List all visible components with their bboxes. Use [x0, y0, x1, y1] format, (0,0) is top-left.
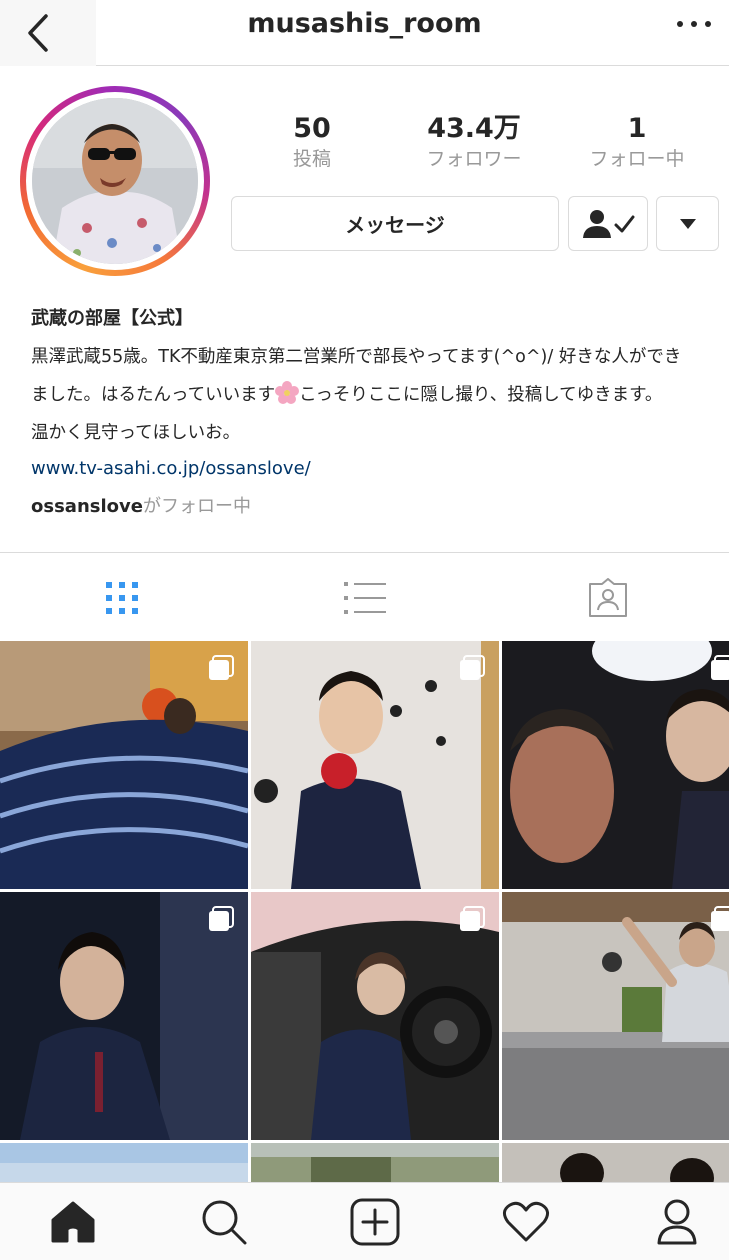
posts-label: 投稿: [292, 148, 331, 170]
bio-line-3: 温かく見守ってほしいお。: [31, 423, 241, 443]
multi-photo-icon: [711, 906, 729, 931]
tab-tagged[interactable]: [486, 553, 729, 642]
post-image: [502, 1143, 729, 1183]
post-tile[interactable]: [502, 1143, 729, 1183]
post-image: [0, 1143, 248, 1183]
avatar-frame: [26, 92, 204, 270]
bio-text: 黒澤武蔵55歳。TK不動産東京第二営業所で部長やってます(^o^)/ 好きな人が…: [31, 338, 721, 452]
post-tile[interactable]: [0, 641, 248, 889]
activity-heart-icon: [502, 1201, 549, 1242]
followers-stat[interactable]: 43.4万 フォロワー: [404, 112, 544, 172]
followed-by-text: がフォロー中: [142, 496, 251, 517]
top-bar: musashis_room: [0, 0, 729, 66]
followers-count: 43.4万: [427, 113, 521, 144]
bottom-nav: [0, 1182, 729, 1260]
username-title: musashis_room: [247, 8, 482, 39]
more-options-button[interactable]: [677, 12, 711, 36]
website-link[interactable]: www.tv-asahi.co.jp/ossanslove/: [31, 452, 311, 486]
tab-grid[interactable]: [0, 553, 243, 642]
post-image: [251, 1143, 499, 1183]
post-tile[interactable]: [502, 892, 729, 1140]
more-dot: [705, 21, 711, 27]
bio-section: 武蔵の部屋【公式】 黒澤武蔵55歳。TK不動産東京第二営業所で部長やってます(^…: [31, 304, 721, 452]
new-post-icon: [350, 1198, 399, 1246]
more-dot: [691, 21, 697, 27]
following-stat[interactable]: 1 フォロー中: [572, 112, 702, 172]
multi-photo-icon: [711, 655, 729, 680]
bio-line-2b: こっそりここに隠し撮り、投稿してゆきます。: [299, 385, 663, 405]
nav-home[interactable]: [0, 1183, 145, 1260]
cherry-blossom-icon: [275, 381, 300, 404]
tagged-photos-icon: [588, 577, 627, 617]
suggestions-dropdown-button[interactable]: [656, 196, 719, 251]
avatar[interactable]: [32, 98, 198, 264]
nav-new-post[interactable]: [302, 1183, 447, 1260]
profile-photo: [32, 98, 198, 264]
nav-search[interactable]: [151, 1183, 296, 1260]
multi-photo-icon: [460, 906, 485, 931]
display-name: 武蔵の部屋【公式】: [31, 308, 193, 329]
bio-line-2a: ました。はるたんっていいます: [31, 385, 276, 405]
following-label: フォロー中: [589, 148, 685, 170]
followers-label: フォロワー: [426, 148, 522, 170]
post-tile[interactable]: [251, 892, 499, 1140]
search-icon: [202, 1200, 246, 1245]
list-view-icon: [343, 581, 386, 614]
followed-by[interactable]: ossansloveがフォロー中: [31, 490, 251, 524]
following-count: 1: [627, 113, 647, 144]
following-check-icon: [583, 209, 635, 238]
multi-photo-icon: [209, 906, 234, 931]
posts-stat[interactable]: 50 投稿: [262, 112, 362, 172]
chevron-down-icon: [679, 218, 696, 229]
multi-photo-icon: [209, 655, 234, 680]
followed-by-user[interactable]: ossanslove: [31, 496, 143, 517]
post-tile[interactable]: [0, 1143, 248, 1183]
post-image: [502, 892, 729, 1140]
posts-count: 50: [293, 113, 331, 144]
more-options-icon: [677, 21, 683, 27]
profile-tabs: [0, 552, 729, 641]
profile-stats: 50 投稿 43.4万 フォロワー 1 フォロー中: [232, 112, 718, 176]
post-tile[interactable]: [502, 641, 729, 889]
bio-line-1: 黒澤武蔵55歳。TK不動産東京第二営業所で部長やってます(^o^)/ 好きな人が…: [31, 347, 682, 367]
nav-profile[interactable]: [604, 1183, 729, 1260]
post-tile[interactable]: [0, 892, 248, 1140]
post-tile[interactable]: [251, 641, 499, 889]
grid-view-icon: [105, 581, 138, 614]
profile-icon: [657, 1199, 696, 1245]
home-icon: [51, 1201, 94, 1243]
following-button[interactable]: [568, 196, 648, 251]
post-tile[interactable]: [251, 1143, 499, 1183]
story-ring[interactable]: [20, 86, 210, 276]
nav-activity[interactable]: [453, 1183, 598, 1260]
multi-photo-icon: [460, 655, 485, 680]
tab-list[interactable]: [243, 553, 486, 642]
message-button[interactable]: メッセージ: [231, 196, 559, 251]
post-image: [502, 641, 729, 889]
